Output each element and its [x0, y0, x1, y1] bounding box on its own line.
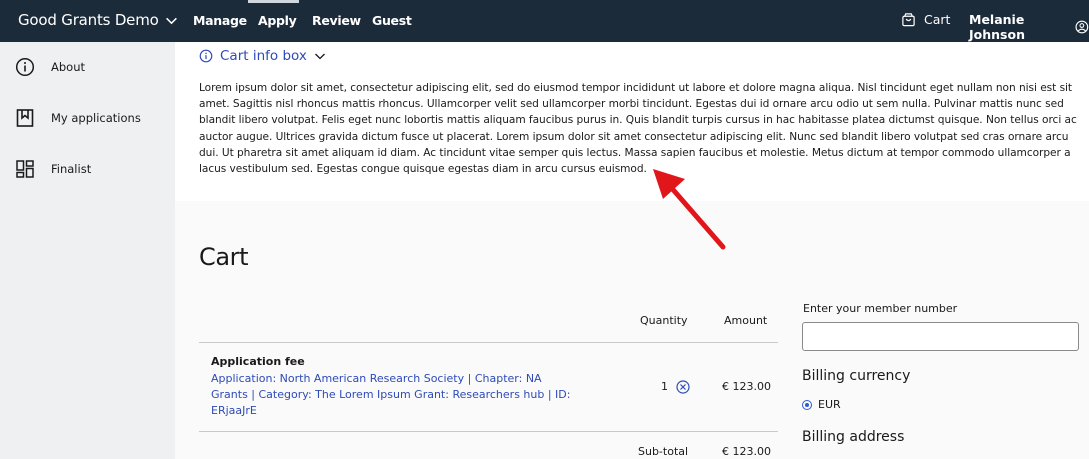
grid-icon [16, 160, 34, 178]
remove-item-icon[interactable] [676, 380, 690, 394]
nav-apply[interactable]: Apply [258, 13, 297, 28]
cart-label: Cart [924, 12, 951, 27]
user-menu[interactable]: Melanie Johnson [969, 12, 1089, 42]
info-circle-icon [15, 57, 35, 77]
subtotal-value: € 123.00 [722, 445, 771, 458]
avatar-icon [1075, 20, 1089, 34]
cart-info-box-toggle[interactable]: Cart info box [199, 48, 326, 64]
billing-address-heading: Billing address [802, 429, 905, 445]
top-navigation-bar: Good Grants Demo Manage Apply Review Gue… [0, 0, 1089, 42]
member-number-input[interactable] [802, 322, 1079, 351]
nav-active-indicator [248, 0, 299, 3]
cart-item-quantity: 1 [661, 380, 668, 393]
brand-name: Good Grants Demo [18, 11, 159, 29]
sidebar-item-label: Finalist [51, 162, 92, 176]
member-number-label: Enter your member number [803, 302, 958, 315]
sidebar-item-label: My applications [51, 111, 141, 125]
cart-item-description-link[interactable]: Application: North American Research Soc… [211, 371, 571, 419]
nav-manage[interactable]: Manage [193, 13, 247, 28]
sidebar-item-label: About [51, 60, 86, 74]
user-name: Melanie Johnson [969, 12, 1025, 42]
chevron-down-icon [314, 53, 325, 60]
bookmark-icon [16, 109, 34, 127]
table-divider [199, 431, 778, 432]
column-header-quantity: Quantity [640, 314, 688, 327]
nav-guest[interactable]: Guest [372, 13, 412, 28]
annotation-arrow-icon [653, 169, 726, 250]
sidebar-item-about[interactable]: About [0, 52, 175, 82]
billing-currency-heading: Billing currency [802, 368, 911, 384]
cart-item-amount: € 123.00 [722, 380, 771, 393]
sidebar-item-finalist[interactable]: Finalist [0, 154, 175, 184]
shopping-bag-icon [902, 13, 915, 27]
table-divider [199, 342, 778, 343]
currency-radio-eur[interactable] [802, 400, 812, 410]
info-box-title: Cart info box [220, 48, 307, 64]
page-title: Cart [199, 243, 249, 271]
subtotal-label: Sub-total [638, 445, 689, 458]
column-header-amount: Amount [724, 314, 768, 327]
cart-link[interactable]: Cart [901, 12, 950, 27]
sidebar-item-my-applications[interactable]: My applications [0, 103, 175, 133]
nav-review[interactable]: Review [312, 13, 361, 28]
chevron-down-icon [165, 17, 177, 24]
sidebar: About My applications Finalist [0, 42, 175, 459]
info-box-text: Lorem ipsum dolor sit amet, consectetur … [199, 82, 1077, 176]
currency-radio-label[interactable]: EUR [818, 398, 841, 411]
cart-item-name: Application fee [211, 355, 305, 368]
info-circle-icon [199, 49, 213, 63]
brand-switcher[interactable]: Good Grants Demo [18, 11, 178, 29]
